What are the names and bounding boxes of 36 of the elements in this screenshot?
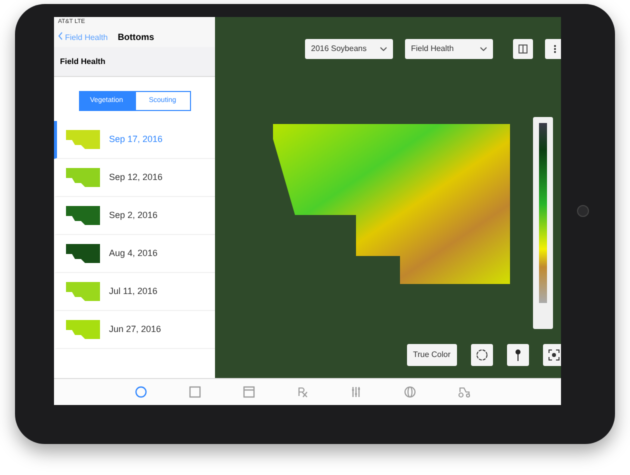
lasso-button[interactable] bbox=[470, 344, 492, 366]
season-dropdown[interactable]: 2016 Soybeans bbox=[305, 38, 393, 58]
tractor-icon[interactable] bbox=[457, 384, 472, 398]
dashed-circle-icon bbox=[476, 348, 488, 360]
image-date: Jun 27, 2016 bbox=[109, 324, 162, 334]
more-button[interactable] bbox=[545, 38, 562, 58]
calendar-icon[interactable] bbox=[242, 384, 256, 398]
image-row[interactable]: Jun 27, 2016 bbox=[54, 310, 215, 348]
rx-icon[interactable] bbox=[296, 384, 310, 398]
split-view-button[interactable] bbox=[513, 38, 533, 58]
image-date: Sep 2, 2016 bbox=[109, 210, 158, 220]
globe-icon[interactable] bbox=[403, 384, 418, 398]
image-row[interactable]: Sep 2, 2016 bbox=[54, 196, 215, 234]
pin-button[interactable] bbox=[506, 344, 528, 366]
image-date: Sep 12, 2016 bbox=[109, 172, 163, 182]
image-row[interactable]: Sep 12, 2016 bbox=[54, 158, 215, 196]
image-date: Aug 4, 2016 bbox=[109, 248, 158, 258]
square-icon[interactable] bbox=[188, 384, 202, 398]
split-view-icon bbox=[518, 44, 528, 54]
nav-title: Bottoms bbox=[118, 32, 154, 42]
chevron-icon bbox=[380, 46, 387, 50]
chevron-icon bbox=[480, 46, 487, 50]
home-button-icon bbox=[577, 204, 589, 216]
section-title: Field Health bbox=[54, 46, 215, 76]
locate-button[interactable] bbox=[542, 344, 562, 366]
true-color-button[interactable]: True Color bbox=[407, 344, 456, 366]
locate-icon bbox=[548, 348, 560, 360]
back-chevron-icon bbox=[58, 32, 63, 40]
image-date: Jul 11, 2016 bbox=[109, 286, 158, 296]
layer-dropdown[interactable]: Field Health bbox=[405, 38, 493, 58]
image-row[interactable]: Jul 11, 2016 bbox=[54, 272, 215, 310]
pin-icon bbox=[514, 348, 522, 360]
more-icon bbox=[553, 44, 557, 54]
circle-icon[interactable] bbox=[134, 384, 148, 398]
image-row[interactable]: Aug 4, 2016 bbox=[54, 234, 215, 272]
image-date: Sep 17, 2016 bbox=[109, 134, 163, 144]
